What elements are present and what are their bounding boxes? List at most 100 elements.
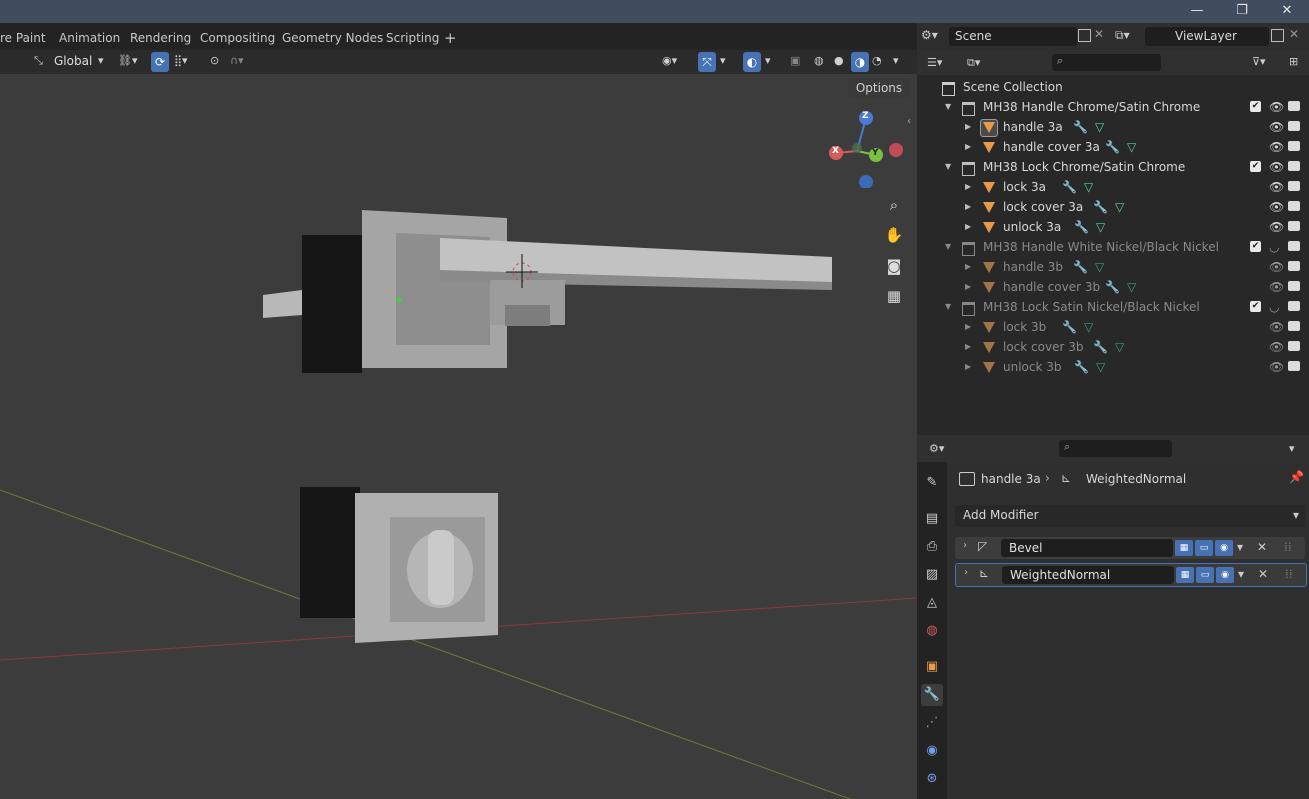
add-workspace-button[interactable]: + <box>444 23 457 50</box>
render-camera-icon[interactable] <box>1288 161 1300 171</box>
render-camera-icon[interactable] <box>1288 181 1300 191</box>
modifier-wrench-icon[interactable]: 🔧 <box>1093 197 1108 217</box>
outliner-collection-row[interactable]: ▼ MH38 Lock Chrome/Satin Chrome ✔ 👁 <box>917 157 1309 177</box>
xray-toggle-icon[interactable]: ▣ <box>790 54 800 67</box>
outliner-collection-row[interactable]: ▼ MH38 Lock Satin Nickel/Black Nickel ✔ … <box>917 297 1309 317</box>
exclude-checkbox[interactable]: ✔ <box>1250 301 1261 312</box>
overlay-toggle-icon[interactable]: ◐ <box>743 52 761 72</box>
world-tab-icon[interactable]: ◍ <box>921 620 943 642</box>
disclosure-triangle-icon[interactable]: ▼ <box>945 297 951 317</box>
view-layer-icon[interactable]: ⧉▾ <box>1115 28 1141 46</box>
modifier-panel-bevel[interactable]: › ◸ Bevel ▦ ▭ ◉ ▾ ✕ ⁞⁞ <box>955 537 1305 559</box>
wireframe-shading-icon[interactable]: ◍ <box>814 54 824 67</box>
duplicate-view-layer-icon[interactable] <box>1271 29 1284 42</box>
disclosure-triangle-icon[interactable]: ▼ <box>945 157 951 177</box>
disclosure-triangle-icon[interactable]: ▶ <box>965 117 971 137</box>
outliner-object-row[interactable]: ▶ lock cover 3b 🔧 ▽ 👁 <box>917 337 1309 357</box>
snap-target-icon[interactable]: ⣿▾ <box>174 54 188 67</box>
outliner-object-row[interactable]: ▶ lock 3a 🔧 ▽ 👁 <box>917 177 1309 197</box>
render-toggle-icon[interactable]: ◉ <box>1216 567 1234 583</box>
modifier-wrench-icon[interactable]: 🔧 <box>1105 277 1120 297</box>
mesh-data-icon[interactable]: ▽ <box>1115 197 1124 217</box>
falloff-icon[interactable]: ∩▾ <box>230 54 244 67</box>
tool-tab-icon[interactable]: ✎ <box>921 472 943 494</box>
maximize-button[interactable]: ❐ <box>1219 0 1265 23</box>
zoom-icon[interactable]: ⌕ <box>881 192 907 218</box>
editor-type-icon[interactable]: ☰▾ <box>927 56 942 69</box>
display-mode-icon[interactable]: ⧉▾ <box>967 56 980 70</box>
mesh-data-icon[interactable]: ▽ <box>1127 137 1136 157</box>
modifier-wrench-icon[interactable]: 🔧 <box>1073 257 1088 277</box>
drag-handle-icon[interactable]: ⁞⁞ <box>1284 540 1292 554</box>
tab-animation[interactable]: Animation <box>59 23 120 50</box>
close-button[interactable]: ✕ <box>1264 0 1309 23</box>
outliner-object-row[interactable]: ▶ handle 3a 🔧 ▽ 👁 <box>917 117 1309 137</box>
outliner-search-input[interactable]: ⌕ <box>1052 54 1161 71</box>
disclosure-triangle-icon[interactable]: ▶ <box>965 217 971 237</box>
gizmo-toggle-icon[interactable]: ⤧ <box>698 52 716 72</box>
material-shading-icon[interactable]: ◑ <box>851 52 869 72</box>
modifier-wrench-icon[interactable]: 🔧 <box>1074 217 1089 237</box>
visibility-icon[interactable]: ◉▾ <box>662 54 677 67</box>
solid-shading-icon[interactable]: ● <box>834 54 844 67</box>
disclosure-triangle-icon[interactable]: ▶ <box>965 337 971 357</box>
render-camera-icon[interactable] <box>1288 281 1300 291</box>
eye-icon[interactable]: 👁 <box>1269 137 1284 157</box>
proportional-edit-icon[interactable]: ⊙ <box>210 54 219 67</box>
modifier-wrench-icon[interactable]: 🔧 <box>1062 317 1077 337</box>
render-camera-icon[interactable] <box>1288 241 1300 251</box>
tab-scripting[interactable]: Scripting <box>386 23 439 50</box>
render-camera-icon[interactable] <box>1288 201 1300 211</box>
mesh-data-icon[interactable]: ▽ <box>1095 257 1104 277</box>
disclosure-triangle-icon[interactable]: ▶ <box>965 197 971 217</box>
duplicate-scene-icon[interactable] <box>1078 29 1091 42</box>
output-tab-icon[interactable]: ⎙ <box>921 536 943 558</box>
disclosure-triangle-icon[interactable]: ▶ <box>965 137 971 157</box>
new-collection-icon[interactable]: ⊞ <box>1289 55 1298 68</box>
view-layer-field[interactable]: ViewLayer <box>1145 27 1269 46</box>
chevron-down-icon[interactable]: ▾ <box>1237 540 1243 554</box>
eye-icon[interactable]: 👁 <box>1269 257 1284 277</box>
scene-name-field[interactable]: Scene <box>949 27 1077 46</box>
tab-texture-paint[interactable]: re Paint <box>0 23 46 50</box>
chevron-down-icon[interactable]: ▾ <box>893 54 899 67</box>
render-camera-icon[interactable] <box>1288 221 1300 231</box>
eye-icon[interactable]: 👁 <box>1269 197 1284 217</box>
eye-icon[interactable]: 👁 <box>1269 157 1284 177</box>
pivot-point-icon[interactable]: ⛓▾ <box>118 54 138 67</box>
mesh-data-icon[interactable]: ▽ <box>1096 217 1105 237</box>
render-camera-icon[interactable] <box>1288 361 1300 371</box>
edit-mode-toggle-icon[interactable]: ▦ <box>1176 567 1194 583</box>
scene-collection-row[interactable]: Scene Collection <box>917 77 1309 97</box>
eye-icon[interactable]: 👁 <box>1269 317 1284 337</box>
outliner-collection-row[interactable]: ▼ MH38 Handle White Nickel/Black Nickel … <box>917 237 1309 257</box>
render-toggle-icon[interactable]: ◉ <box>1215 540 1233 556</box>
outliner-object-row[interactable]: ▶ handle cover 3a 🔧 ▽ 👁 <box>917 137 1309 157</box>
properties-search-input[interactable]: ⌕ <box>1059 440 1172 457</box>
mesh-data-icon[interactable]: ▽ <box>1084 177 1093 197</box>
camera-view-icon[interactable]: ◙ <box>881 253 907 279</box>
modifier-name-field[interactable]: WeightedNormal <box>1002 566 1174 584</box>
outliner-object-row[interactable]: ▶ unlock 3a 🔧 ▽ 👁 <box>917 217 1309 237</box>
mesh-data-icon[interactable]: ▽ <box>1084 317 1093 337</box>
sidebar-toggle-icon[interactable]: ‹ <box>907 116 911 127</box>
eye-icon[interactable]: 👁 <box>1269 337 1284 357</box>
eye-icon[interactable]: 👁 <box>1269 217 1284 237</box>
exclude-checkbox[interactable]: ✔ <box>1250 161 1261 172</box>
disclosure-triangle-icon[interactable]: ▶ <box>965 177 971 197</box>
eye-icon[interactable]: 👁 <box>1269 357 1284 377</box>
modifier-wrench-icon[interactable]: 🔧 <box>1105 137 1120 157</box>
disclosure-triangle-icon[interactable]: ▼ <box>945 237 951 257</box>
eye-icon[interactable]: 👁 <box>1269 277 1284 297</box>
tab-geometry-nodes[interactable]: Geometry Nodes <box>282 23 383 50</box>
render-camera-icon[interactable] <box>1288 341 1300 351</box>
remove-scene-icon[interactable]: ✕ <box>1094 27 1104 41</box>
options-dropdown[interactable]: Options <box>848 78 910 98</box>
modifier-wrench-icon[interactable]: 🔧 <box>1062 177 1077 197</box>
mesh-data-icon[interactable]: ▽ <box>1096 357 1105 377</box>
scene-icon[interactable]: ⚙▾ <box>921 28 947 46</box>
disclosure-triangle-icon[interactable]: ▶ <box>965 277 971 297</box>
tab-compositing[interactable]: Compositing <box>200 23 275 50</box>
remove-view-layer-icon[interactable]: ✕ <box>1289 27 1299 41</box>
eye-closed-icon[interactable]: ◡ <box>1269 297 1279 317</box>
